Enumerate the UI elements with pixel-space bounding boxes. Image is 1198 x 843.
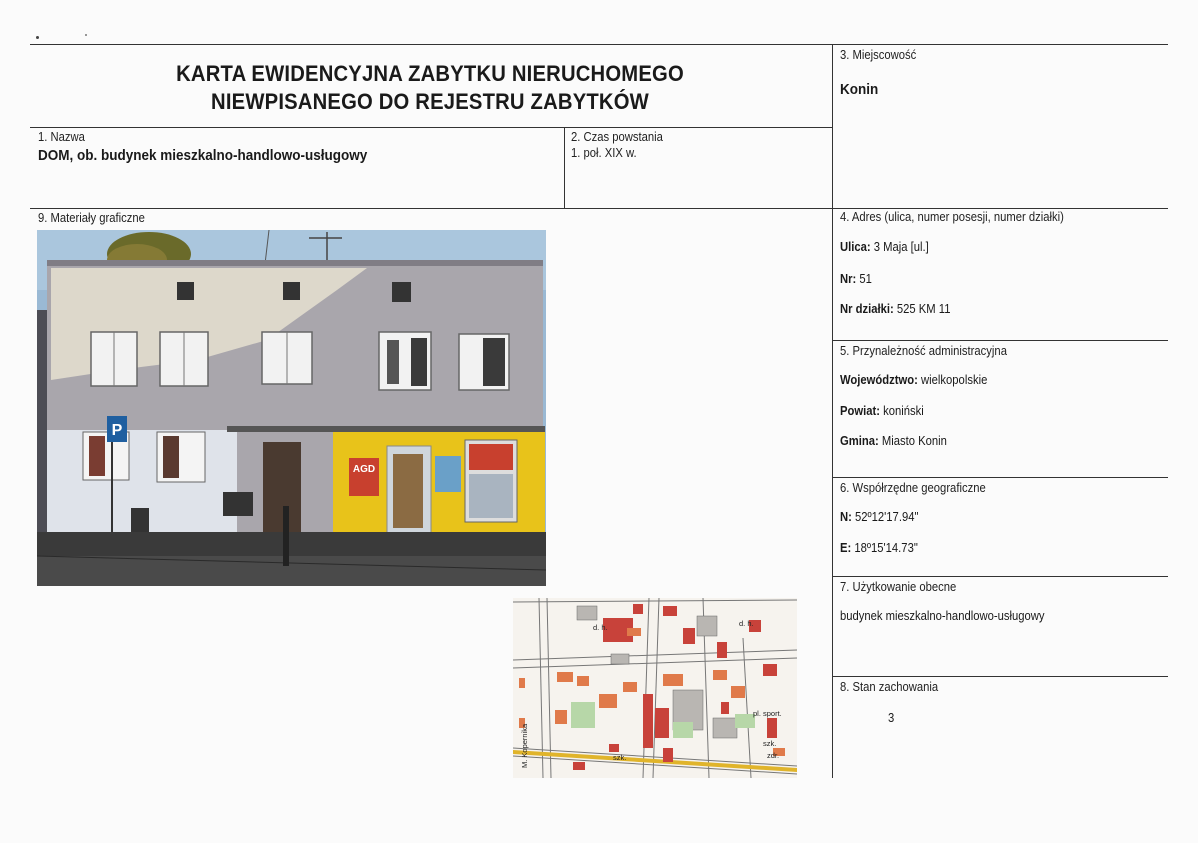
powiat: Powiat: koniński [840, 404, 924, 418]
map-label: M. Kopernika [520, 723, 529, 768]
rule-8 [832, 676, 1168, 677]
wojewodztwo: Województwo: wielkopolskie [840, 373, 988, 387]
rule-5 [832, 340, 1168, 341]
map-label: zdr. [767, 751, 779, 760]
coord-n: N: 52º12'17.94" [840, 510, 919, 524]
shop-sign-text: AGD [353, 464, 375, 475]
map-label: d. h. [739, 619, 754, 628]
adres-nr: Nr: 51 [840, 272, 872, 286]
materialy-label: 9. Materiały graficzne [38, 211, 145, 225]
divider-main [832, 44, 833, 778]
rule-7 [832, 576, 1168, 577]
rule-6 [832, 477, 1168, 478]
scan-speck [85, 34, 87, 36]
czas-value: 1. poł. XIX w. [571, 146, 637, 160]
nazwa-value: DOM, ob. budynek mieszkalno-handlowo-usł… [38, 147, 368, 164]
map-label: pl. sport. [753, 709, 782, 718]
page-title: KARTA EWIDENCYJNA ZABYTKU NIERUCHOMEGO N… [90, 60, 771, 116]
adres-dzialka: Nr działki: 525 KM 11 [840, 302, 951, 316]
rule-under-name [30, 208, 1168, 209]
uzytkowanie-label: 7. Użytkowanie obecne [840, 580, 957, 594]
miejscowosc-value: Konin [840, 81, 879, 98]
adres-ulica: Ulica: 3 Maja [ul.] [840, 240, 929, 254]
rule-under-title [30, 127, 833, 128]
map-label: d. h. [593, 623, 608, 632]
nazwa-label: 1. Nazwa [38, 130, 85, 144]
divider-name-date [564, 127, 565, 208]
stan-value: 3 [888, 711, 895, 725]
gmina: Gmina: Miasto Konin [840, 434, 947, 448]
building-photo-svg: AGD P [37, 230, 546, 586]
wspolrzedne-label: 6. Współrzędne geograficzne [840, 481, 986, 495]
coord-e: E: 18º15'14.73" [840, 541, 918, 555]
uzytkowanie-value: budynek mieszkalno-handlowo-usługowy [840, 609, 1045, 623]
parking-sign-letter: P [112, 422, 123, 439]
map-label: szk. [613, 753, 626, 762]
building-photo: AGD P [37, 230, 546, 586]
przynaleznosc-label: 5. Przynależność administracyjna [840, 344, 1007, 358]
location-map-svg: d. h. szk. szk. d. h. zdr. M. Kopernika … [513, 598, 797, 778]
title-line-2: NIEWPISANEGO DO REJESTRU ZABYTKÓW [211, 89, 649, 114]
location-map: d. h. szk. szk. d. h. zdr. M. Kopernika … [513, 598, 797, 778]
scan-speck [36, 36, 39, 39]
stan-label: 8. Stan zachowania [840, 680, 939, 694]
title-line-1: KARTA EWIDENCYJNA ZABYTKU NIERUCHOMEGO [176, 61, 684, 86]
miejscowosc-label: 3. Miejscowość [840, 48, 917, 62]
adres-label: 4. Adres (ulica, numer posesji, numer dz… [840, 210, 1064, 224]
map-label: szk. [763, 739, 776, 748]
czas-label: 2. Czas powstania [571, 130, 663, 144]
rule-top [30, 44, 1168, 45]
